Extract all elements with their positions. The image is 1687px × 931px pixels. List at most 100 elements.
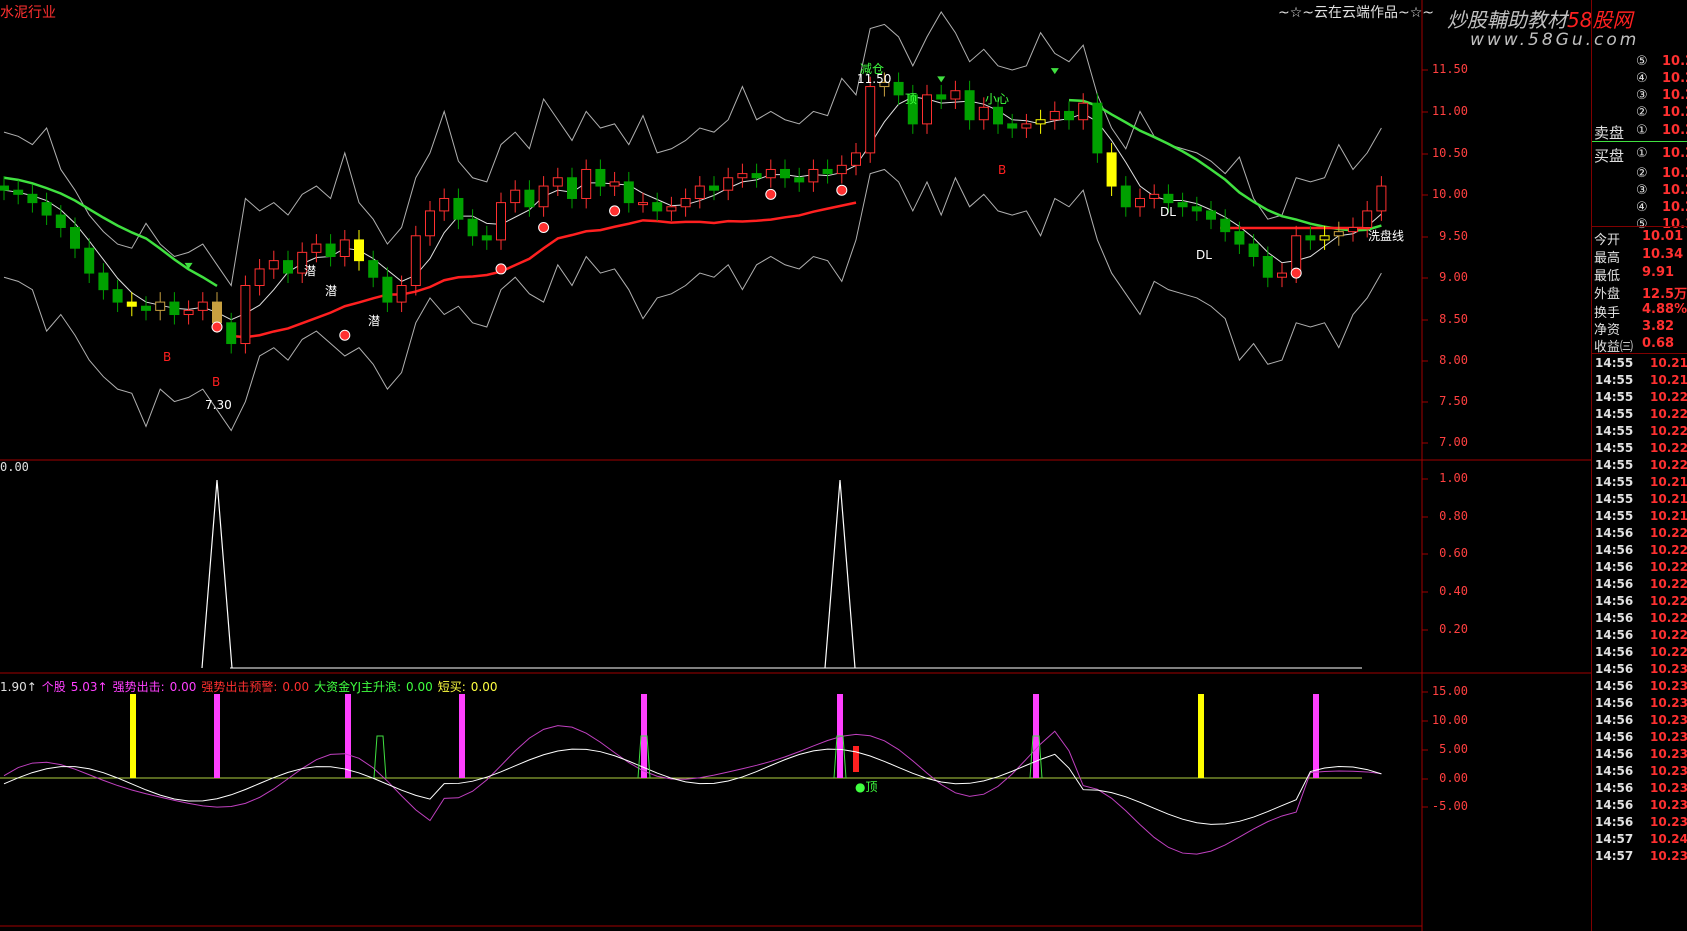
- tick-time: 14:55: [1595, 492, 1634, 506]
- chart-annotation: 潜: [368, 314, 381, 328]
- level-price: 10.2: [1662, 166, 1687, 181]
- tick-row: 14:55 10.22: [1592, 390, 1687, 407]
- tick-price: 10.23: [1650, 798, 1687, 812]
- level-price: 10.2: [1662, 88, 1687, 103]
- sub1-value: 0.00: [0, 460, 29, 474]
- spike-line: [201, 479, 233, 669]
- candle-body: [652, 202, 663, 212]
- chart-annotation: DL: [1160, 205, 1176, 219]
- tick-time: 14:56: [1595, 747, 1634, 761]
- price-axis-label: 9.50: [1439, 229, 1468, 243]
- stat-label: 今开: [1594, 233, 1621, 247]
- candle-body: [1149, 193, 1160, 199]
- candle-body: [1120, 185, 1131, 208]
- indicator-value: 短买:: [437, 680, 466, 694]
- tick-price: 10.22: [1650, 611, 1687, 625]
- indicator-value: 0.00: [470, 680, 498, 694]
- candle-body: [169, 301, 180, 316]
- candle-body: [623, 181, 634, 204]
- candle-body: [410, 235, 421, 287]
- sub2-axis-label: 15.00: [1431, 684, 1468, 698]
- candle-body: [694, 185, 705, 199]
- chart-annotation: B: [998, 163, 1007, 177]
- level-price: 10.2: [1662, 200, 1687, 215]
- chart-annotation: 潜: [304, 264, 317, 278]
- tick-row: 14:55 10.22: [1592, 407, 1687, 424]
- signal-ball: [609, 205, 621, 217]
- tick-price: 10.21: [1650, 509, 1687, 523]
- tick-row: 14:56 10.22: [1592, 628, 1687, 645]
- tick-time: 14:56: [1595, 696, 1634, 710]
- indicator-value: 0.00: [169, 680, 197, 694]
- candle-body: [283, 260, 293, 274]
- stat-label: 净资: [1594, 323, 1621, 337]
- sub2-axis-label: -5.00: [1431, 799, 1468, 813]
- tick-price: 10.23: [1650, 849, 1687, 863]
- candle-body: [737, 173, 748, 179]
- candle-body: [396, 285, 407, 303]
- price-axis-label: 10.50: [1431, 146, 1468, 160]
- candle-body: [1135, 197, 1145, 208]
- chart-annotation: 洗盘线: [1368, 229, 1405, 243]
- buy-level: ③ 10.2: [1592, 183, 1687, 201]
- tick-time: 14:56: [1595, 560, 1634, 574]
- buy-level-1: ① 10.2: [1636, 146, 1687, 161]
- stat-label: 收益㈢: [1594, 340, 1634, 354]
- candle-body: [595, 168, 606, 187]
- candle-body: [197, 301, 208, 311]
- candle-body: [453, 197, 464, 220]
- stat-row: 净资 3.82: [1592, 319, 1687, 337]
- price-axis-label: 11.50: [1431, 62, 1468, 76]
- candle-body: [268, 260, 279, 270]
- candle-body: [524, 189, 535, 208]
- tick-row: 14:55 10.21: [1592, 509, 1687, 526]
- candle-body: [126, 301, 137, 307]
- sub1-axis-label: 1.00: [1439, 471, 1468, 485]
- signal-bar: [130, 694, 136, 778]
- chart-annotation: 潜: [325, 284, 338, 298]
- tick-time: 14:55: [1595, 424, 1634, 438]
- tick-time: 14:56: [1595, 577, 1634, 591]
- chart-canvas[interactable]: [0, 0, 1591, 931]
- tick-time: 14:56: [1595, 764, 1634, 778]
- tick-row: 14:55 10.22: [1592, 441, 1687, 458]
- candle-body: [936, 94, 947, 100]
- stat-row: 收益㈢ 0.68: [1592, 336, 1687, 354]
- candle-body: [1291, 235, 1302, 274]
- tick-price: 10.22: [1650, 390, 1687, 404]
- sector-title: 水泥行业: [0, 5, 56, 21]
- indicator-value: 0.00: [282, 680, 310, 694]
- tick-time: 14:56: [1595, 781, 1634, 795]
- sub-indicator-1: [201, 479, 856, 669]
- candle-body: [978, 106, 989, 121]
- green-peak: [373, 735, 387, 779]
- candle-body: [496, 202, 506, 241]
- stat-value: 12.5万: [1642, 287, 1687, 301]
- price-axis-label: 10.00: [1431, 187, 1468, 201]
- chart-annotation: DL: [1196, 248, 1212, 262]
- candle-body: [709, 185, 719, 191]
- tick-row: 14:56 10.23: [1592, 815, 1687, 832]
- price-axis-label: 11.00: [1431, 104, 1468, 118]
- tick-price: 10.23: [1650, 679, 1687, 693]
- candle-body: [851, 152, 861, 166]
- candle-body: [950, 90, 961, 100]
- tick-row: 14:56 10.22: [1592, 594, 1687, 611]
- level-label: ②: [1636, 166, 1648, 181]
- tick-price: 10.22: [1650, 407, 1687, 421]
- tick-price: 10.21: [1650, 373, 1687, 387]
- bid-ask-divider: [1592, 141, 1687, 142]
- signal-ball: [765, 188, 777, 200]
- tick-price: 10.22: [1650, 526, 1687, 540]
- purple-line: [3, 725, 1382, 855]
- signal-ball: [495, 263, 507, 275]
- tick-row: 14:56 10.22: [1592, 543, 1687, 560]
- level-label: ②: [1636, 105, 1648, 120]
- candle-body: [112, 289, 123, 303]
- tick-price: 10.22: [1650, 645, 1687, 659]
- tick-time: 14:56: [1595, 730, 1634, 744]
- candle-body: [425, 210, 435, 237]
- candle-body: [1177, 202, 1188, 208]
- candle-body: [1262, 256, 1273, 278]
- stat-value: 9.91: [1642, 265, 1675, 280]
